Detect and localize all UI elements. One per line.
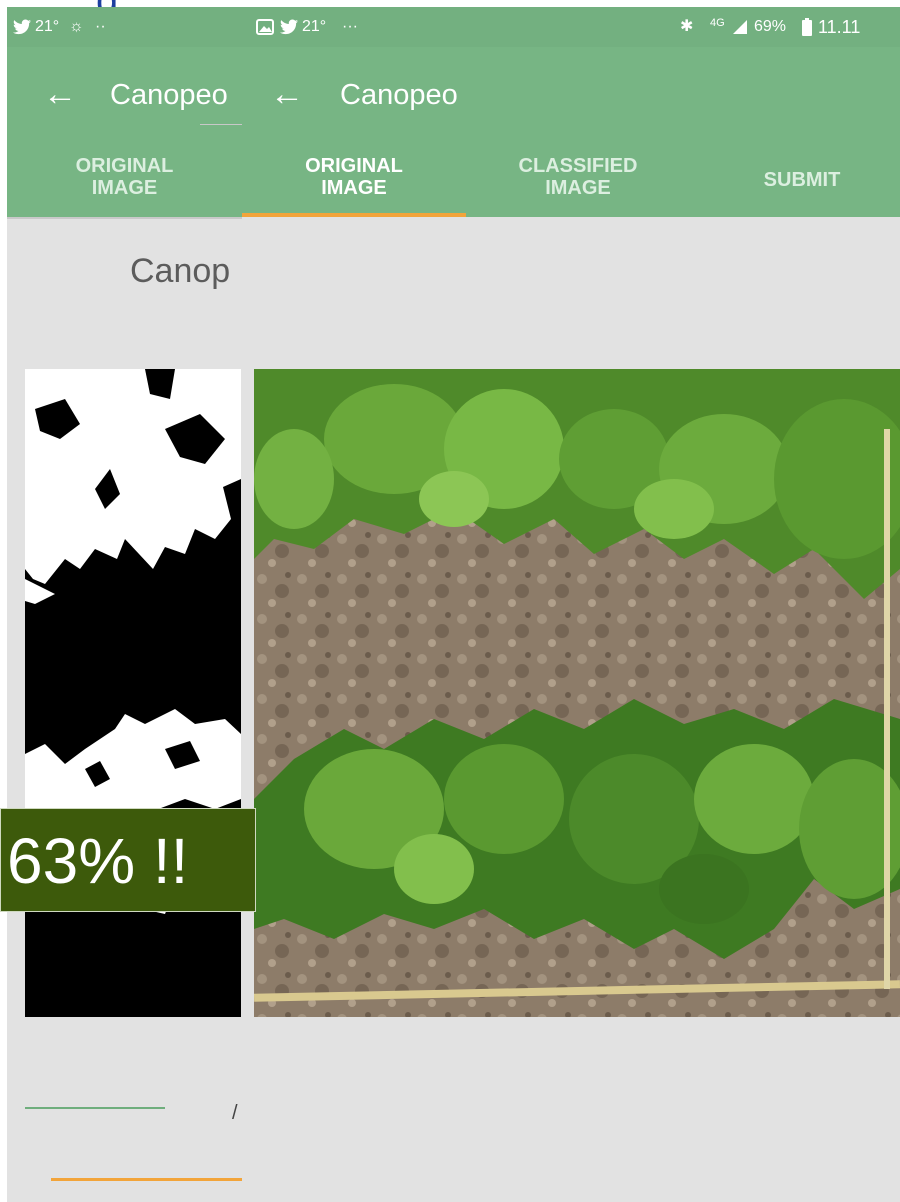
classified-mask — [25, 369, 241, 1017]
tab-label-line2: IMAGE — [545, 177, 611, 199]
back-arrow-icon[interactable]: ← — [43, 77, 77, 111]
tab-label: ORIGINAL IMAGE — [75, 155, 174, 199]
tab-classified-image[interactable]: CLASSIFIED IMAGE — [466, 155, 690, 199]
back-arrow-icon[interactable]: ← — [270, 77, 304, 111]
status-bar: 21° ☼ ·· — [7, 7, 242, 47]
original-field-photo — [254, 369, 900, 1017]
tab-label-line1: CLASSIFIED — [518, 155, 638, 177]
bluetooth-icon: ✱ — [680, 18, 694, 35]
classified-image — [25, 369, 241, 1017]
status-bar: 21° ··· ✱ 4G 69% 11.11 — [242, 7, 900, 47]
more-dots: ·· — [95, 18, 106, 35]
progress-line-orange — [51, 1178, 242, 1181]
tab-original-image[interactable]: ORIGINAL IMAGE — [242, 155, 466, 199]
canopy-percentage-badge: 63% !! — [0, 808, 256, 912]
tab-submit[interactable]: SUBMIT — [690, 169, 900, 191]
left-phone-screen: 21° ☼ ·· ← Canopeo ORIGINAL IMAGE Canop — [0, 0, 242, 1202]
tab-original-image[interactable]: ORIGINAL IMAGE — [27, 155, 222, 199]
more-dots: ··· — [342, 18, 358, 35]
temperature-text: 21° — [35, 18, 60, 35]
tab-label-line1: SUBMIT — [763, 169, 841, 191]
temperature-text: 21° — [302, 18, 327, 35]
partial-text: / — [232, 1102, 238, 1124]
sun-cloud-icon: ☼ — [69, 18, 84, 35]
gallery-icon — [256, 7, 274, 47]
tab-label-line1: ORIGINAL — [305, 155, 403, 177]
network-type: 4G — [710, 17, 725, 29]
clock: 11.11 — [818, 17, 861, 37]
tab-label-line2: IMAGE — [321, 177, 387, 199]
divider — [200, 124, 242, 125]
battery-icon — [802, 7, 812, 47]
right-phone-screen: 21° ··· ✱ 4G 69% 11.11 ← Canopeo ORIGINA… — [242, 0, 900, 1202]
progress-line-green — [25, 1107, 165, 1109]
twitter-icon — [13, 7, 31, 47]
app-title: Canopeo — [340, 79, 458, 111]
app-bar: ← Canopeo ORIGINAL IMAGE CLASSIFIED IMAG… — [242, 47, 900, 217]
app-bar: ← Canopeo ORIGINAL IMAGE — [7, 47, 242, 217]
signal-icon — [732, 7, 748, 47]
twitter-icon — [280, 7, 298, 47]
canopy-label: Canop — [130, 252, 231, 290]
battery-percent: 69% — [754, 18, 787, 35]
field-photo — [254, 369, 900, 1017]
divider — [7, 217, 242, 219]
app-title: Canopeo — [110, 79, 228, 111]
